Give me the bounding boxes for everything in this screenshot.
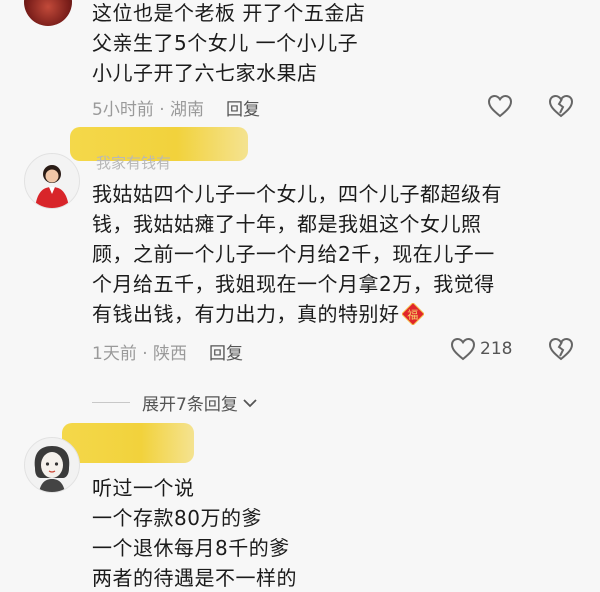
username[interactable]: 我家有钱有 bbox=[96, 152, 171, 173]
comment-meta: 1天前 · 陕西 回复 bbox=[92, 339, 243, 364]
comment-line: 我姑姑四个儿子一个女儿，四个儿子都超级有 bbox=[92, 182, 502, 206]
comment-line: 父亲生了5个女儿 一个小儿子 bbox=[92, 31, 359, 55]
comment-line: 一个退休每月8千的爹 bbox=[92, 536, 290, 560]
broken-heart-icon[interactable] bbox=[548, 337, 574, 361]
comment-line: 听过一个说 bbox=[92, 476, 195, 500]
divider bbox=[92, 402, 130, 403]
avatar[interactable] bbox=[24, 153, 80, 209]
comment-line: 一个存款80万的爹 bbox=[92, 506, 262, 530]
expand-replies-label: 展开7条回复 bbox=[142, 395, 238, 415]
redacted-username bbox=[62, 423, 194, 463]
comment-line: 这位也是个老板 开了个五金店 bbox=[92, 1, 366, 25]
avatar-image bbox=[34, 446, 70, 492]
avatar[interactable] bbox=[24, 0, 72, 26]
comment-line-text: 有钱出钱，有力出力，真的特别好 bbox=[92, 302, 400, 326]
expand-replies-button[interactable]: 展开7条回复 bbox=[92, 390, 258, 415]
reply-button[interactable]: 回复 bbox=[209, 344, 243, 364]
comment-text: 这位也是个老板 开了个五金店 父亲生了5个女儿 一个小儿子 小儿子开了六七家水果… bbox=[92, 0, 365, 87]
comment-line: 钱，我姑姑瘫了十年，都是我姐这个女儿照 bbox=[92, 212, 482, 236]
comment-line: 顾，之前一个儿子一个月给2千，现在儿子一 bbox=[92, 242, 495, 266]
comment-line: 两者的待遇是不一样的 bbox=[92, 566, 297, 590]
broken-heart-icon[interactable] bbox=[548, 94, 574, 118]
heart-outline-icon[interactable] bbox=[487, 94, 513, 118]
comment-line: 个月给五千，我姐现在一个月拿2万，我觉得 bbox=[92, 272, 495, 296]
like-count: 218 bbox=[480, 339, 513, 359]
chevron-down-icon bbox=[243, 398, 257, 407]
avatar[interactable] bbox=[24, 437, 80, 493]
heart-outline-icon[interactable] bbox=[450, 337, 476, 361]
fu-emoji-icon: 福 bbox=[401, 303, 424, 325]
comment-text: 我姑姑四个儿子一个女儿，四个儿子都超级有 钱，我姑姑瘫了十年，都是我姐这个女儿照… bbox=[92, 181, 502, 328]
comment-text: 听过一个说 一个存款80万的爹 一个退休每月8千的爹 两者的待遇是不一样的 bbox=[92, 475, 297, 592]
timestamp-location: 1天前 · 陕西 bbox=[92, 344, 188, 364]
fu-emoji-char: 福 bbox=[407, 308, 419, 322]
reply-button[interactable]: 回复 bbox=[226, 100, 260, 120]
comment-meta: 5小时前 · 湖南 回复 bbox=[92, 95, 260, 120]
comment-line: 小儿子开了六七家水果店 bbox=[92, 61, 318, 85]
timestamp-location: 5小时前 · 湖南 bbox=[92, 100, 205, 120]
comment-line: 有钱出钱，有力出力，真的特别好 福 bbox=[92, 301, 502, 328]
avatar-image bbox=[35, 165, 69, 208]
